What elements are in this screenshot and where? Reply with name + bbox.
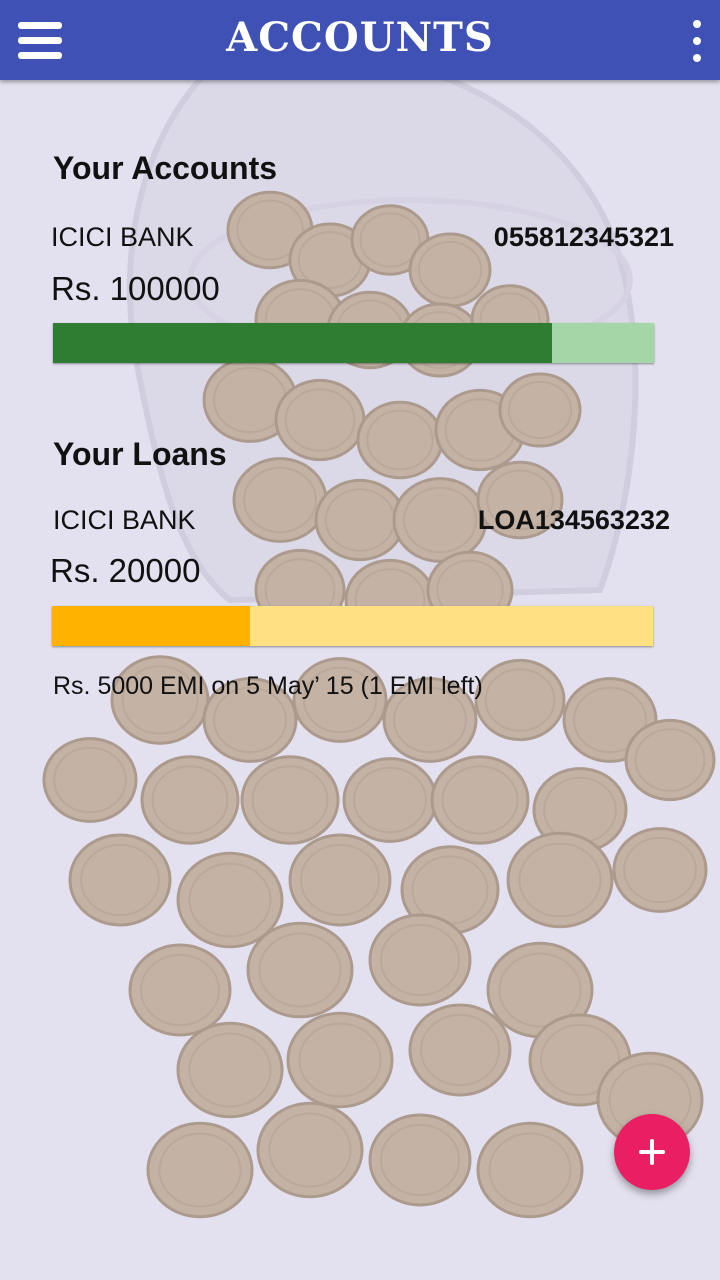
loan-progress-bar	[52, 606, 653, 646]
account-balance: Rs. 100000	[51, 270, 220, 307]
loan-bank-name: ICICI BANK	[53, 505, 196, 535]
account-progress-bar	[53, 323, 654, 363]
loan-progress-fill	[52, 606, 251, 646]
account-number: 055812345321	[493, 222, 674, 252]
loans-heading: Your Loans	[53, 436, 227, 472]
app-bar: ACCOUNTS	[0, 0, 720, 80]
account-progress-fill	[53, 323, 552, 363]
loan-number: LOA134563232	[477, 505, 670, 535]
page-title: ACCOUNTS	[226, 14, 494, 61]
loan-amount: Rs. 20000	[50, 552, 201, 589]
more-vertical-icon[interactable]	[684, 18, 710, 64]
accounts-content: Your Accounts ICICI BANK 055812345321 Rs…	[0, 0, 720, 1280]
accounts-heading: Your Accounts	[53, 150, 278, 186]
loan-emi-note: Rs. 5000 EMI on 5 May’ 15 (1 EMI left)	[53, 672, 483, 700]
account-bank-name: ICICI BANK	[51, 222, 194, 252]
add-button[interactable]	[614, 1114, 690, 1190]
